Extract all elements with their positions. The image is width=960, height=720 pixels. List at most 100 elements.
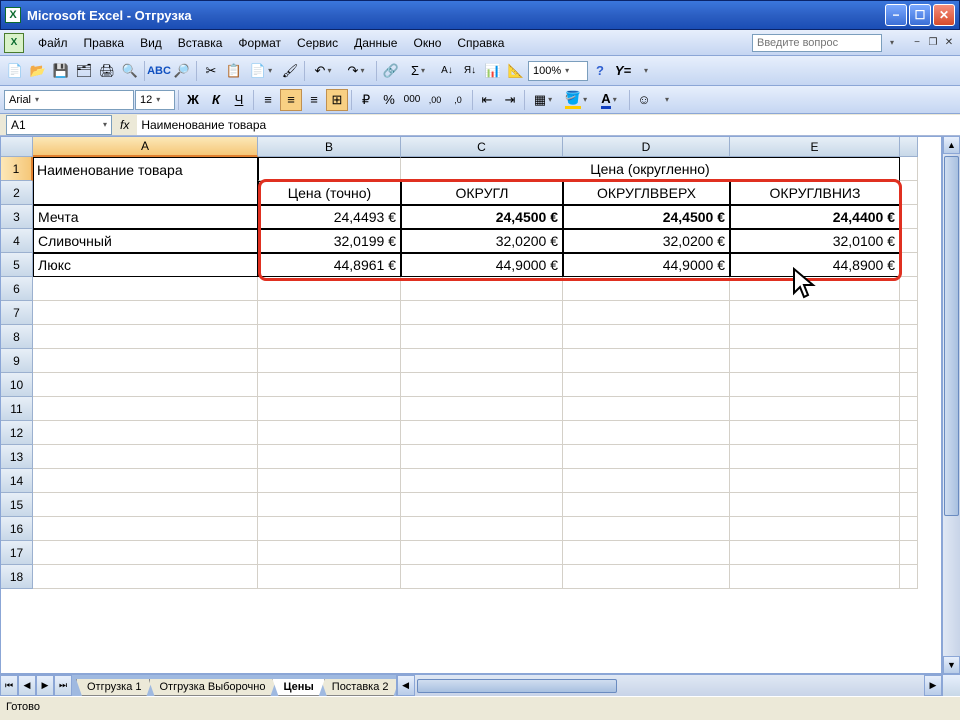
cell-empty-7-0[interactable] bbox=[33, 301, 258, 325]
cell-empty-11-0[interactable] bbox=[33, 397, 258, 421]
cell-empty-17-5[interactable] bbox=[900, 541, 918, 565]
minimize-button[interactable]: − bbox=[885, 4, 907, 26]
cell-empty-10-4[interactable] bbox=[730, 373, 900, 397]
cell-empty-6-2[interactable] bbox=[401, 277, 563, 301]
col-header-B[interactable]: B bbox=[258, 137, 401, 157]
borders-icon[interactable]: ▦▾ bbox=[528, 89, 560, 111]
menu-file[interactable]: Файл bbox=[30, 33, 76, 53]
cell-empty-9-2[interactable] bbox=[401, 349, 563, 373]
cell-empty-6-4[interactable] bbox=[730, 277, 900, 301]
select-all-corner[interactable] bbox=[1, 137, 33, 157]
cell-empty-12-0[interactable] bbox=[33, 421, 258, 445]
tab-otgruzka-vyb[interactable]: Отгрузка Выборочно bbox=[149, 679, 277, 696]
cell-empty-8-4[interactable] bbox=[730, 325, 900, 349]
cell-empty-13-4[interactable] bbox=[730, 445, 900, 469]
cell-empty-18-1[interactable] bbox=[258, 565, 401, 589]
cell-empty-8-2[interactable] bbox=[401, 325, 563, 349]
cell-empty-17-3[interactable] bbox=[563, 541, 730, 565]
hyperlink-icon[interactable]: 🔗 bbox=[380, 60, 402, 82]
open-icon[interactable]: 📂 bbox=[27, 60, 49, 82]
cell-B4[interactable]: 32,0199 € bbox=[258, 229, 401, 253]
dec-decimal-icon[interactable]: ,0 bbox=[447, 89, 469, 111]
tab-prev-icon[interactable]: ◀ bbox=[18, 675, 36, 696]
cell-empty-16-4[interactable] bbox=[730, 517, 900, 541]
close-button[interactable]: ✕ bbox=[933, 4, 955, 26]
cell-empty-16-2[interactable] bbox=[401, 517, 563, 541]
smiley-icon[interactable]: ☺ bbox=[633, 89, 655, 111]
cell-empty-14-1[interactable] bbox=[258, 469, 401, 493]
cell-empty-10-1[interactable] bbox=[258, 373, 401, 397]
paste-icon[interactable]: 📄▾ bbox=[246, 60, 278, 82]
tab-first-icon[interactable]: ⏮ bbox=[0, 675, 18, 696]
row-header-17[interactable]: 17 bbox=[1, 541, 33, 565]
cell-empty-7-5[interactable] bbox=[900, 301, 918, 325]
toolbar-options-icon[interactable]: ▾ bbox=[635, 60, 657, 82]
cell-empty-16-3[interactable] bbox=[563, 517, 730, 541]
row-header-18[interactable]: 18 bbox=[1, 565, 33, 589]
cell-empty-18-2[interactable] bbox=[401, 565, 563, 589]
cell-empty-13-0[interactable] bbox=[33, 445, 258, 469]
formatpainter-icon[interactable]: 🖌 bbox=[279, 60, 301, 82]
cell-empty-14-0[interactable] bbox=[33, 469, 258, 493]
cell-empty-11-3[interactable] bbox=[563, 397, 730, 421]
currency-icon[interactable]: ₽ bbox=[355, 89, 377, 111]
row-header-8[interactable]: 8 bbox=[1, 325, 33, 349]
scroll-left-icon[interactable]: ◀ bbox=[397, 675, 415, 696]
row-header-14[interactable]: 14 bbox=[1, 469, 33, 493]
sort-asc-icon[interactable]: А↓ bbox=[436, 60, 458, 82]
scroll-down-icon[interactable]: ▼ bbox=[943, 656, 960, 674]
align-center-icon[interactable]: ≡ bbox=[280, 89, 302, 111]
cell-empty-6-3[interactable] bbox=[563, 277, 730, 301]
menu-window[interactable]: Окно bbox=[405, 33, 449, 53]
vscroll-thumb[interactable] bbox=[944, 156, 959, 516]
fillcolor-icon[interactable]: 🪣▾ bbox=[561, 89, 593, 111]
autosum-icon[interactable]: Σ▾ bbox=[403, 60, 435, 82]
cell-empty-12-5[interactable] bbox=[900, 421, 918, 445]
cell-empty-7-2[interactable] bbox=[401, 301, 563, 325]
tab-postavka2[interactable]: Поставка 2 bbox=[321, 679, 400, 696]
scroll-right-icon[interactable]: ▶ bbox=[924, 675, 942, 696]
cell-empty-13-1[interactable] bbox=[258, 445, 401, 469]
cell-B5[interactable]: 44,8961 € bbox=[258, 253, 401, 277]
cell-extra-5[interactable] bbox=[900, 253, 918, 277]
cell-empty-14-4[interactable] bbox=[730, 469, 900, 493]
cell-A1[interactable]: Наименование товара bbox=[33, 157, 258, 181]
cell-empty-13-2[interactable] bbox=[401, 445, 563, 469]
copy-icon[interactable]: 📋 bbox=[223, 60, 245, 82]
undo-icon[interactable]: ↶▾ bbox=[308, 60, 340, 82]
cell-empty-9-5[interactable] bbox=[900, 349, 918, 373]
cell-E4[interactable]: 32,0100 € bbox=[730, 229, 900, 253]
cell-B1[interactable] bbox=[258, 157, 401, 181]
cell-empty-11-1[interactable] bbox=[258, 397, 401, 421]
cell-empty-10-3[interactable] bbox=[563, 373, 730, 397]
cell-empty-18-0[interactable] bbox=[33, 565, 258, 589]
cell-E3[interactable]: 24,4400 € bbox=[730, 205, 900, 229]
cut-icon[interactable]: ✂ bbox=[200, 60, 222, 82]
preview-icon[interactable]: 🔍 bbox=[119, 60, 141, 82]
formula-input[interactable] bbox=[137, 115, 960, 135]
cell-empty-9-4[interactable] bbox=[730, 349, 900, 373]
doc-minimize-button[interactable]: − bbox=[910, 36, 924, 50]
cell-empty-17-0[interactable] bbox=[33, 541, 258, 565]
menu-view[interactable]: Вид bbox=[132, 33, 170, 53]
fontcolor-icon[interactable]: А▾ bbox=[594, 89, 626, 111]
tab-otgruzka1[interactable]: Отгрузка 1 bbox=[76, 679, 153, 696]
cell-empty-11-4[interactable] bbox=[730, 397, 900, 421]
inc-indent-icon[interactable]: ⇥ bbox=[499, 89, 521, 111]
cell-empty-17-2[interactable] bbox=[401, 541, 563, 565]
drawing-icon[interactable]: 📐 bbox=[505, 60, 527, 82]
cell-empty-7-4[interactable] bbox=[730, 301, 900, 325]
redo-icon[interactable]: ↷▾ bbox=[341, 60, 373, 82]
row-header-7[interactable]: 7 bbox=[1, 301, 33, 325]
tab-next-icon[interactable]: ▶ bbox=[36, 675, 54, 696]
inc-decimal-icon[interactable]: ,00 bbox=[424, 89, 446, 111]
row-header-5[interactable]: 5 bbox=[1, 253, 33, 277]
menu-insert[interactable]: Вставка bbox=[170, 33, 231, 53]
cell-empty-7-3[interactable] bbox=[563, 301, 730, 325]
cell-empty-12-4[interactable] bbox=[730, 421, 900, 445]
comma-icon[interactable]: 000 bbox=[401, 89, 423, 111]
cell-empty-6-1[interactable] bbox=[258, 277, 401, 301]
spellcheck-icon[interactable]: ABC bbox=[148, 60, 170, 82]
horizontal-scrollbar[interactable]: ◀ ▶ bbox=[396, 675, 942, 696]
maximize-button[interactable]: ☐ bbox=[909, 4, 931, 26]
